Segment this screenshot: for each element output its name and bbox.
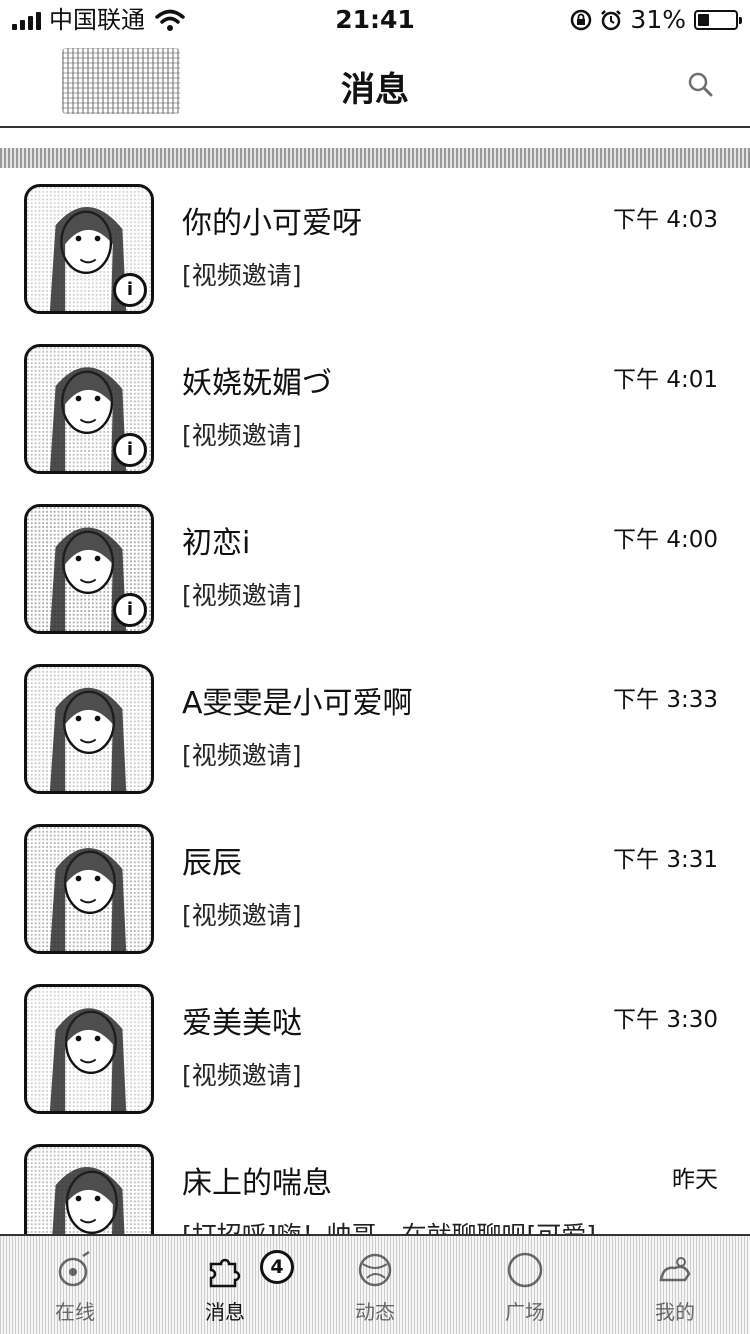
verified-badge: i bbox=[113, 273, 147, 307]
message-preview: [视频邀请] bbox=[182, 741, 302, 770]
message-preview: [视频邀请] bbox=[182, 261, 302, 290]
verified-badge: i bbox=[113, 433, 147, 467]
contact-name: 床上的喘息 bbox=[182, 1166, 332, 1201]
tab-online[interactable]: 在线 bbox=[0, 1236, 150, 1334]
contact-name: 妖娆妩媚づ bbox=[182, 366, 332, 401]
message-preview: [视频邀请] bbox=[182, 1061, 302, 1090]
section-divider bbox=[0, 148, 750, 168]
battery-percent: 31% bbox=[630, 5, 686, 34]
battery-fill bbox=[698, 14, 709, 26]
status-bar: 中国联通 21:41 31% bbox=[0, 0, 750, 40]
message-time: 下午 4:00 bbox=[613, 527, 718, 553]
square-icon bbox=[507, 1252, 543, 1288]
message-row[interactable]: 床上的喘息 昨天 [打招呼]嗨！帅哥，在就聊聊呗[可爱] bbox=[0, 1128, 750, 1234]
message-time: 下午 3:33 bbox=[613, 687, 718, 713]
alarm-icon bbox=[601, 10, 622, 31]
contact-name: 辰辰 bbox=[182, 846, 242, 881]
message-row[interactable]: 辰辰 下午 3:31 [视频邀请] bbox=[0, 808, 750, 968]
avatar[interactable] bbox=[24, 664, 154, 794]
message-row[interactable]: i 初恋i 下午 4:00 [视频邀请] bbox=[0, 488, 750, 648]
tab-label-square: 广场 bbox=[505, 1300, 545, 1324]
rotation-lock-icon bbox=[571, 9, 592, 31]
avatar-image bbox=[27, 827, 151, 951]
message-time: 下午 3:30 bbox=[613, 1007, 718, 1033]
avatar-image bbox=[27, 667, 151, 791]
avatar[interactable] bbox=[24, 1144, 154, 1234]
messages-screen: 中国联通 21:41 31% 消息 i 你的小可爱呀 下午 4:03 [视频邀请… bbox=[0, 0, 750, 1334]
tab-bar: 在线 4 消息 动态 广场 我的 bbox=[0, 1234, 750, 1334]
battery-icon bbox=[694, 10, 742, 30]
message-row[interactable]: 爱美美哒 下午 3:30 [视频邀请] bbox=[0, 968, 750, 1128]
contact-name: 初恋i bbox=[182, 526, 251, 561]
message-list: i 你的小可爱呀 下午 4:03 [视频邀请] i 妖娆妩媚づ 下午 4:01 [视频邀请] i… bbox=[0, 168, 750, 1234]
profile-icon bbox=[659, 1257, 691, 1282]
contact-name: 爱美美哒 bbox=[182, 1006, 302, 1041]
avatar[interactable] bbox=[24, 824, 154, 954]
message-time: 下午 4:01 bbox=[613, 367, 718, 393]
message-preview: [视频邀请] bbox=[182, 581, 302, 610]
nav-bar: 消息 bbox=[0, 40, 750, 128]
feed-icon bbox=[358, 1253, 392, 1287]
message-preview: [视频邀请] bbox=[182, 421, 302, 450]
message-time: 下午 3:31 bbox=[613, 847, 718, 873]
avatar[interactable] bbox=[24, 984, 154, 1114]
avatar[interactable]: i bbox=[24, 344, 154, 474]
verified-badge: i bbox=[113, 593, 147, 627]
contact-name: 你的小可爱呀 bbox=[182, 206, 362, 241]
avatar[interactable]: i bbox=[24, 184, 154, 314]
tab-feed[interactable]: 动态 bbox=[300, 1236, 450, 1334]
page-title: 消息 bbox=[341, 70, 409, 110]
status-right: 31% bbox=[570, 0, 742, 40]
avatar-image bbox=[27, 1147, 151, 1234]
tab-label-online: 在线 bbox=[55, 1300, 95, 1324]
message-preview: [打招呼]嗨！帅哥，在就聊聊呗[可爱] bbox=[182, 1216, 596, 1234]
tab-label-profile: 我的 bbox=[655, 1300, 695, 1324]
message-preview: [视频邀请] bbox=[182, 901, 302, 930]
tab-label-messages: 消息 bbox=[205, 1300, 245, 1324]
unread-badge: 4 bbox=[260, 1250, 294, 1284]
contact-name: A雯雯是小可爱啊 bbox=[182, 686, 413, 721]
avatar[interactable]: i bbox=[24, 504, 154, 634]
message-time: 昨天 bbox=[672, 1167, 718, 1193]
tab-square[interactable]: 广场 bbox=[450, 1236, 600, 1334]
tab-messages[interactable]: 4 消息 bbox=[150, 1236, 300, 1334]
tab-profile[interactable]: 我的 bbox=[600, 1236, 750, 1334]
tab-label-feed: 动态 bbox=[355, 1300, 395, 1324]
search-icon[interactable] bbox=[686, 70, 714, 98]
message-row[interactable]: i 你的小可爱呀 下午 4:03 [视频邀请] bbox=[0, 168, 750, 328]
message-row[interactable]: i 妖娆妩媚づ 下午 4:01 [视频邀请] bbox=[0, 328, 750, 488]
message-icon bbox=[209, 1258, 241, 1288]
message-time: 下午 4:03 bbox=[613, 207, 718, 233]
avatar-image bbox=[27, 987, 151, 1111]
online-icon bbox=[58, 1250, 90, 1287]
message-row[interactable]: A雯雯是小可爱啊 下午 3:33 [视频邀请] bbox=[0, 648, 750, 808]
